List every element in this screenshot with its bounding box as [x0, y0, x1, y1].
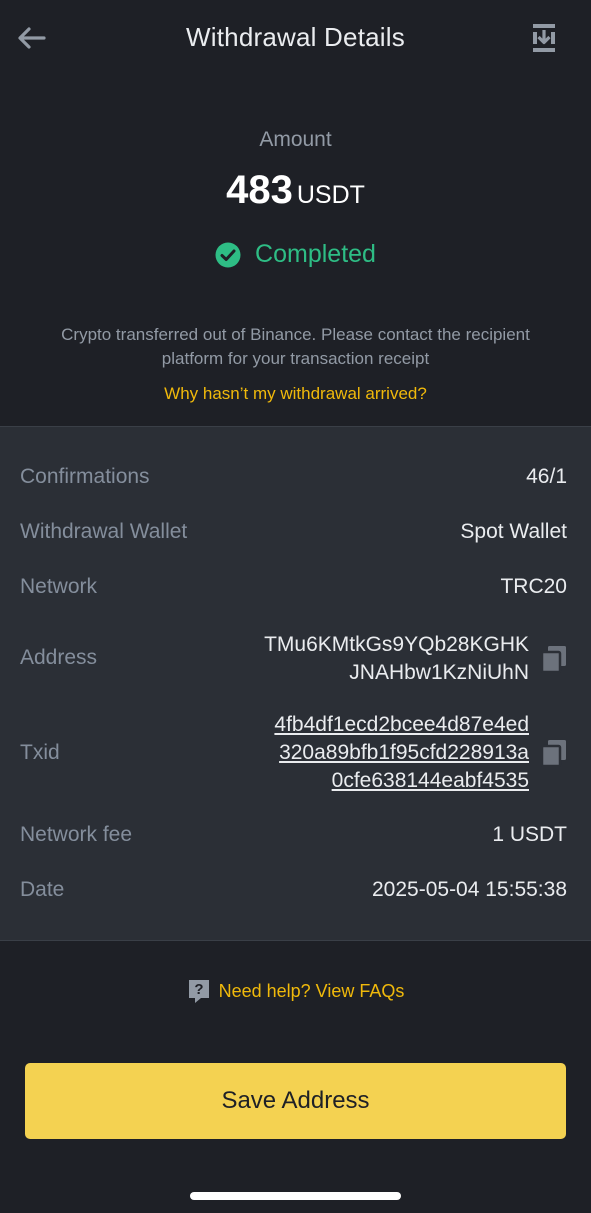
check-circle-icon	[215, 242, 241, 267]
network-label: Network	[20, 575, 98, 598]
help-faq-link[interactable]: ? Need help? View FAQs	[0, 978, 591, 1004]
amount-unit: USDT	[296, 181, 365, 209]
copy-txid-button[interactable]	[540, 739, 567, 768]
notice-line-2: platform for your transaction receipt	[161, 349, 430, 368]
detail-row-network: Network TRC20	[20, 575, 567, 603]
status-badge: Completed	[0, 240, 591, 269]
detail-row-confirmations: Confirmations 46/1	[20, 465, 567, 493]
status-text: Completed	[255, 240, 376, 268]
details-panel: Confirmations 46/1 Withdrawal Wallet Spo…	[0, 426, 591, 941]
address-line-1: TMu6KMtkGs9YQb28KGHK	[264, 633, 529, 656]
copy-address-button[interactable]	[540, 645, 567, 674]
address-value[interactable]: TMu6KMtkGs9YQb28KGHK JNAHbw1KzNiUhN	[264, 631, 529, 687]
txid-line-2: 320a89bfb1f95cfd228913a	[279, 741, 529, 764]
amount-value: 483	[226, 168, 293, 212]
header: Withdrawal Details	[0, 0, 591, 80]
notice-line-1: Crypto transferred out of Binance. Pleas…	[61, 325, 530, 344]
wallet-label: Withdrawal Wallet	[20, 520, 188, 543]
detail-row-txid: Txid 4fb4df1ecd2bcee4d87e4ed 320a89bfb1f…	[20, 710, 567, 800]
copy-icon	[540, 740, 566, 768]
date-value: 2025-05-04 15:55:38	[372, 878, 567, 901]
amount-label: Amount	[259, 128, 332, 151]
detail-row-date: Date 2025-05-04 15:55:38	[20, 878, 567, 906]
detail-row-address: Address TMu6KMtkGs9YQb28KGHK JNAHbw1KzNi…	[20, 629, 567, 691]
txid-line-1: 4fb4df1ecd2bcee4d87e4ed	[274, 713, 529, 736]
wallet-value: Spot Wallet	[460, 520, 567, 543]
page-title: Withdrawal Details	[186, 22, 405, 52]
date-label: Date	[20, 878, 65, 901]
confirmations-value: 46/1	[526, 465, 567, 488]
help-question-icon: ?	[188, 980, 209, 1003]
amount-display: 483 USDT	[0, 168, 591, 213]
fee-label: Network fee	[20, 823, 133, 846]
transfer-notice: Crypto transferred out of Binance. Pleas…	[30, 323, 561, 371]
network-value: TRC20	[500, 575, 567, 598]
save-address-button[interactable]: Save Address	[25, 1063, 566, 1139]
txid-line-3: 0cfe638144eabf4535	[331, 769, 529, 792]
detail-row-wallet: Withdrawal Wallet Spot Wallet	[20, 520, 567, 548]
download-export-icon	[533, 24, 555, 52]
fee-value: 1 USDT	[492, 823, 567, 846]
address-line-2: JNAHbw1KzNiUhN	[349, 661, 529, 684]
address-label: Address	[20, 646, 98, 669]
home-indicator	[190, 1192, 401, 1200]
copy-icon	[540, 646, 566, 674]
detail-row-fee: Network fee 1 USDT	[20, 823, 567, 851]
svg-text:?: ?	[194, 981, 203, 998]
txid-link[interactable]: 4fb4df1ecd2bcee4d87e4ed 320a89bfb1f95cfd…	[274, 711, 529, 795]
why-not-arrived-link[interactable]: Why hasn’t my withdrawal arrived?	[0, 384, 591, 404]
txid-label: Txid	[20, 741, 60, 764]
export-button[interactable]	[527, 20, 561, 56]
help-text[interactable]: Need help? View FAQs	[219, 981, 405, 1002]
confirmations-label: Confirmations	[20, 465, 150, 488]
